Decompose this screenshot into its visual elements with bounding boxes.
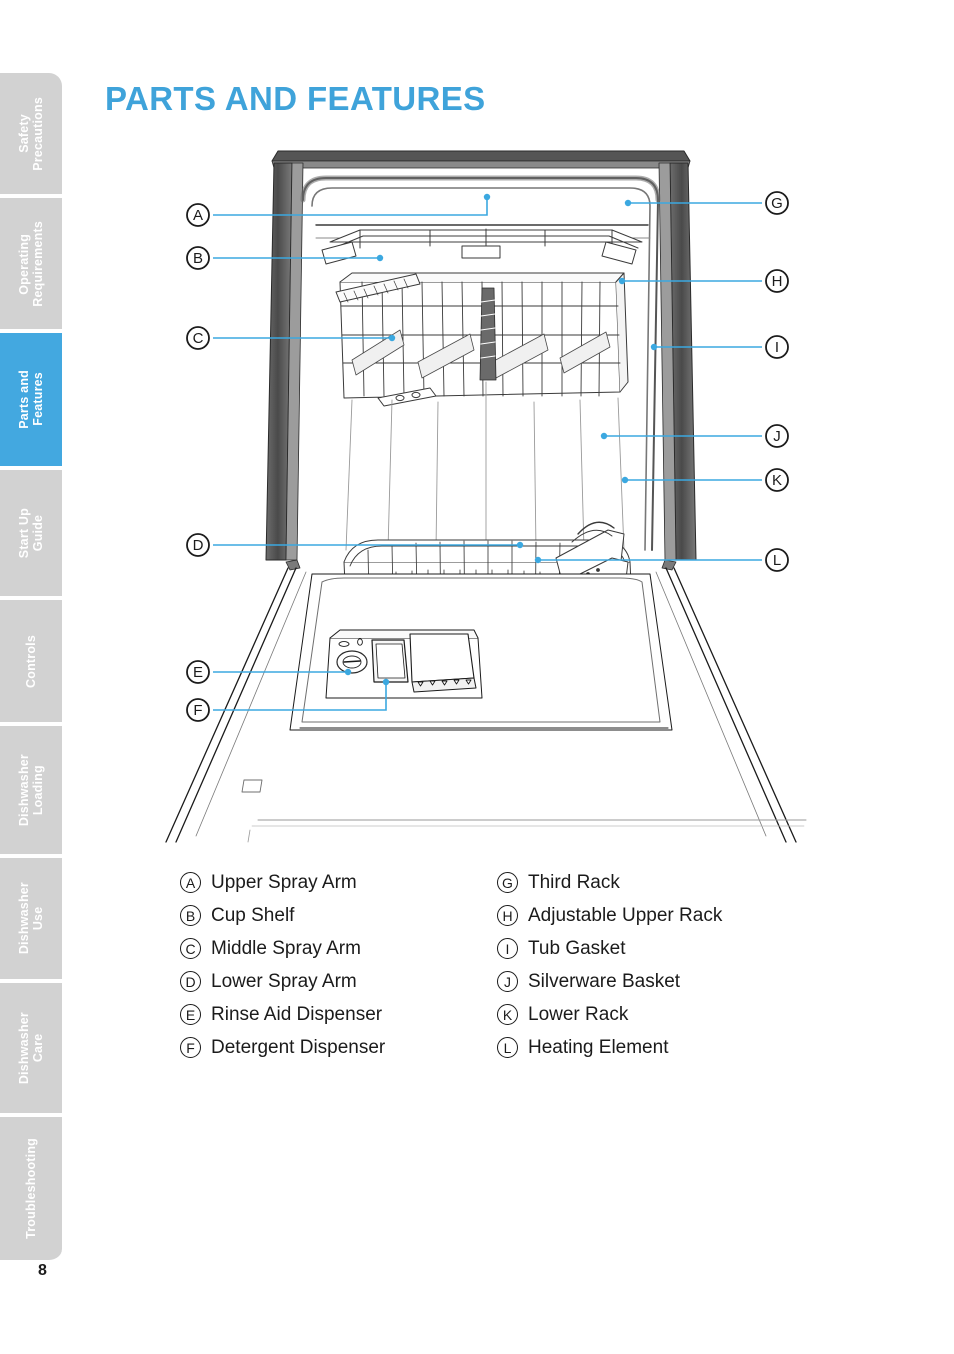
page-number: 8 bbox=[38, 1262, 47, 1279]
legend-row: K Lower Rack bbox=[497, 998, 722, 1031]
legend-badge-d: D bbox=[180, 971, 201, 992]
callout-letter: K bbox=[772, 472, 782, 489]
legend-column-left: A Upper Spray Arm B Cup Shelf C Middle Spray … bbox=[180, 866, 385, 1064]
legend-label: Detergent Dispenser bbox=[211, 1036, 386, 1058]
legend-badge-g: G bbox=[497, 872, 518, 893]
legend-badge-a: A bbox=[180, 872, 201, 893]
diagram-callout-k: K bbox=[765, 468, 789, 492]
legend-badge-e: E bbox=[180, 1004, 201, 1025]
callout-letter: D bbox=[193, 537, 204, 554]
legend-badge-c: C bbox=[180, 938, 201, 959]
diagram-callout-f: F bbox=[186, 698, 210, 722]
legend-badge-i: I bbox=[497, 938, 518, 959]
diagram-callout-b: B bbox=[186, 246, 210, 270]
legend-label: Middle Spray Arm bbox=[211, 937, 361, 959]
callout-letter: L bbox=[773, 552, 781, 569]
callout-letter: I bbox=[775, 339, 779, 356]
legend-label: Lower Rack bbox=[528, 1003, 629, 1025]
legend-badge-j: J bbox=[497, 971, 518, 992]
legend-row: J Silverware Basket bbox=[497, 965, 722, 998]
legend-badge-f: F bbox=[180, 1037, 201, 1058]
sidebar-tab-dishwasher-use[interactable]: Dishwasher Use bbox=[0, 858, 62, 981]
legend-row: E Rinse Aid Dispenser bbox=[180, 998, 385, 1031]
legend-badge-k: K bbox=[497, 1004, 518, 1025]
legend-row: G Third Rack bbox=[497, 866, 722, 899]
dishwasher-parts-diagram: A B C D E F G H I J K L bbox=[0, 130, 954, 860]
callout-letter: H bbox=[772, 273, 783, 290]
callout-letter: A bbox=[193, 207, 203, 224]
legend-label: Third Rack bbox=[528, 871, 620, 893]
legend-row: F Detergent Dispenser bbox=[180, 1031, 385, 1064]
sidebar-tab-label: Dishwasher Use bbox=[17, 882, 45, 955]
callout-letter: G bbox=[771, 195, 783, 212]
legend-row: A Upper Spray Arm bbox=[180, 866, 385, 899]
legend-label: Heating Element bbox=[528, 1036, 669, 1058]
sidebar-tab-label: Dishwasher Care bbox=[17, 1011, 45, 1085]
diagram-callout-g: G bbox=[765, 191, 789, 215]
legend-badge-h: H bbox=[497, 905, 518, 926]
diagram-callout-i: I bbox=[765, 335, 789, 359]
legend-label: Cup Shelf bbox=[211, 904, 295, 926]
legend-column-right: G Third Rack H Adjustable Upper Rack I Tub Ga… bbox=[497, 866, 722, 1064]
legend-label: Adjustable Upper Rack bbox=[528, 904, 723, 926]
legend-label: Lower Spray Arm bbox=[211, 970, 357, 992]
callout-letter: B bbox=[193, 250, 203, 267]
sidebar-tab-label: Troubleshooting bbox=[24, 1138, 38, 1239]
legend-badge-b: B bbox=[180, 905, 201, 926]
diagram-callout-e: E bbox=[186, 660, 210, 684]
legend-row: B Cup Shelf bbox=[180, 899, 385, 932]
legend-label: Upper Spray Arm bbox=[211, 871, 357, 893]
diagram-callout-c: C bbox=[186, 326, 210, 350]
sidebar-tab-troubleshooting[interactable]: Troubleshooting bbox=[0, 1117, 62, 1262]
callout-letter: F bbox=[193, 702, 202, 719]
legend-row: L Heating Element bbox=[497, 1031, 722, 1064]
diagram-callout-d: D bbox=[186, 533, 210, 557]
sidebar-tab-dishwasher-care[interactable]: Dishwasher Care bbox=[0, 983, 62, 1115]
legend-row: I Tub Gasket bbox=[497, 932, 722, 965]
legend-label: Rinse Aid Dispenser bbox=[211, 1003, 383, 1025]
legend-badge-l: L bbox=[497, 1037, 518, 1058]
diagram-callout-a: A bbox=[186, 203, 210, 227]
legend-label: Tub Gasket bbox=[528, 937, 626, 959]
legend-row: C Middle Spray Arm bbox=[180, 932, 385, 965]
legend-row: H Adjustable Upper Rack bbox=[497, 899, 722, 932]
legend-label: Silverware Basket bbox=[528, 970, 681, 992]
callout-letter: C bbox=[193, 330, 204, 347]
diagram-callout-j: J bbox=[765, 424, 789, 448]
diagram-callout-h: H bbox=[765, 269, 789, 293]
legend-row: D Lower Spray Arm bbox=[180, 965, 385, 998]
page-title: PARTS AND FEATURES bbox=[105, 80, 486, 117]
callout-letter: J bbox=[773, 428, 781, 445]
diagram-callout-l: L bbox=[765, 548, 789, 572]
callout-letter: E bbox=[193, 664, 203, 681]
